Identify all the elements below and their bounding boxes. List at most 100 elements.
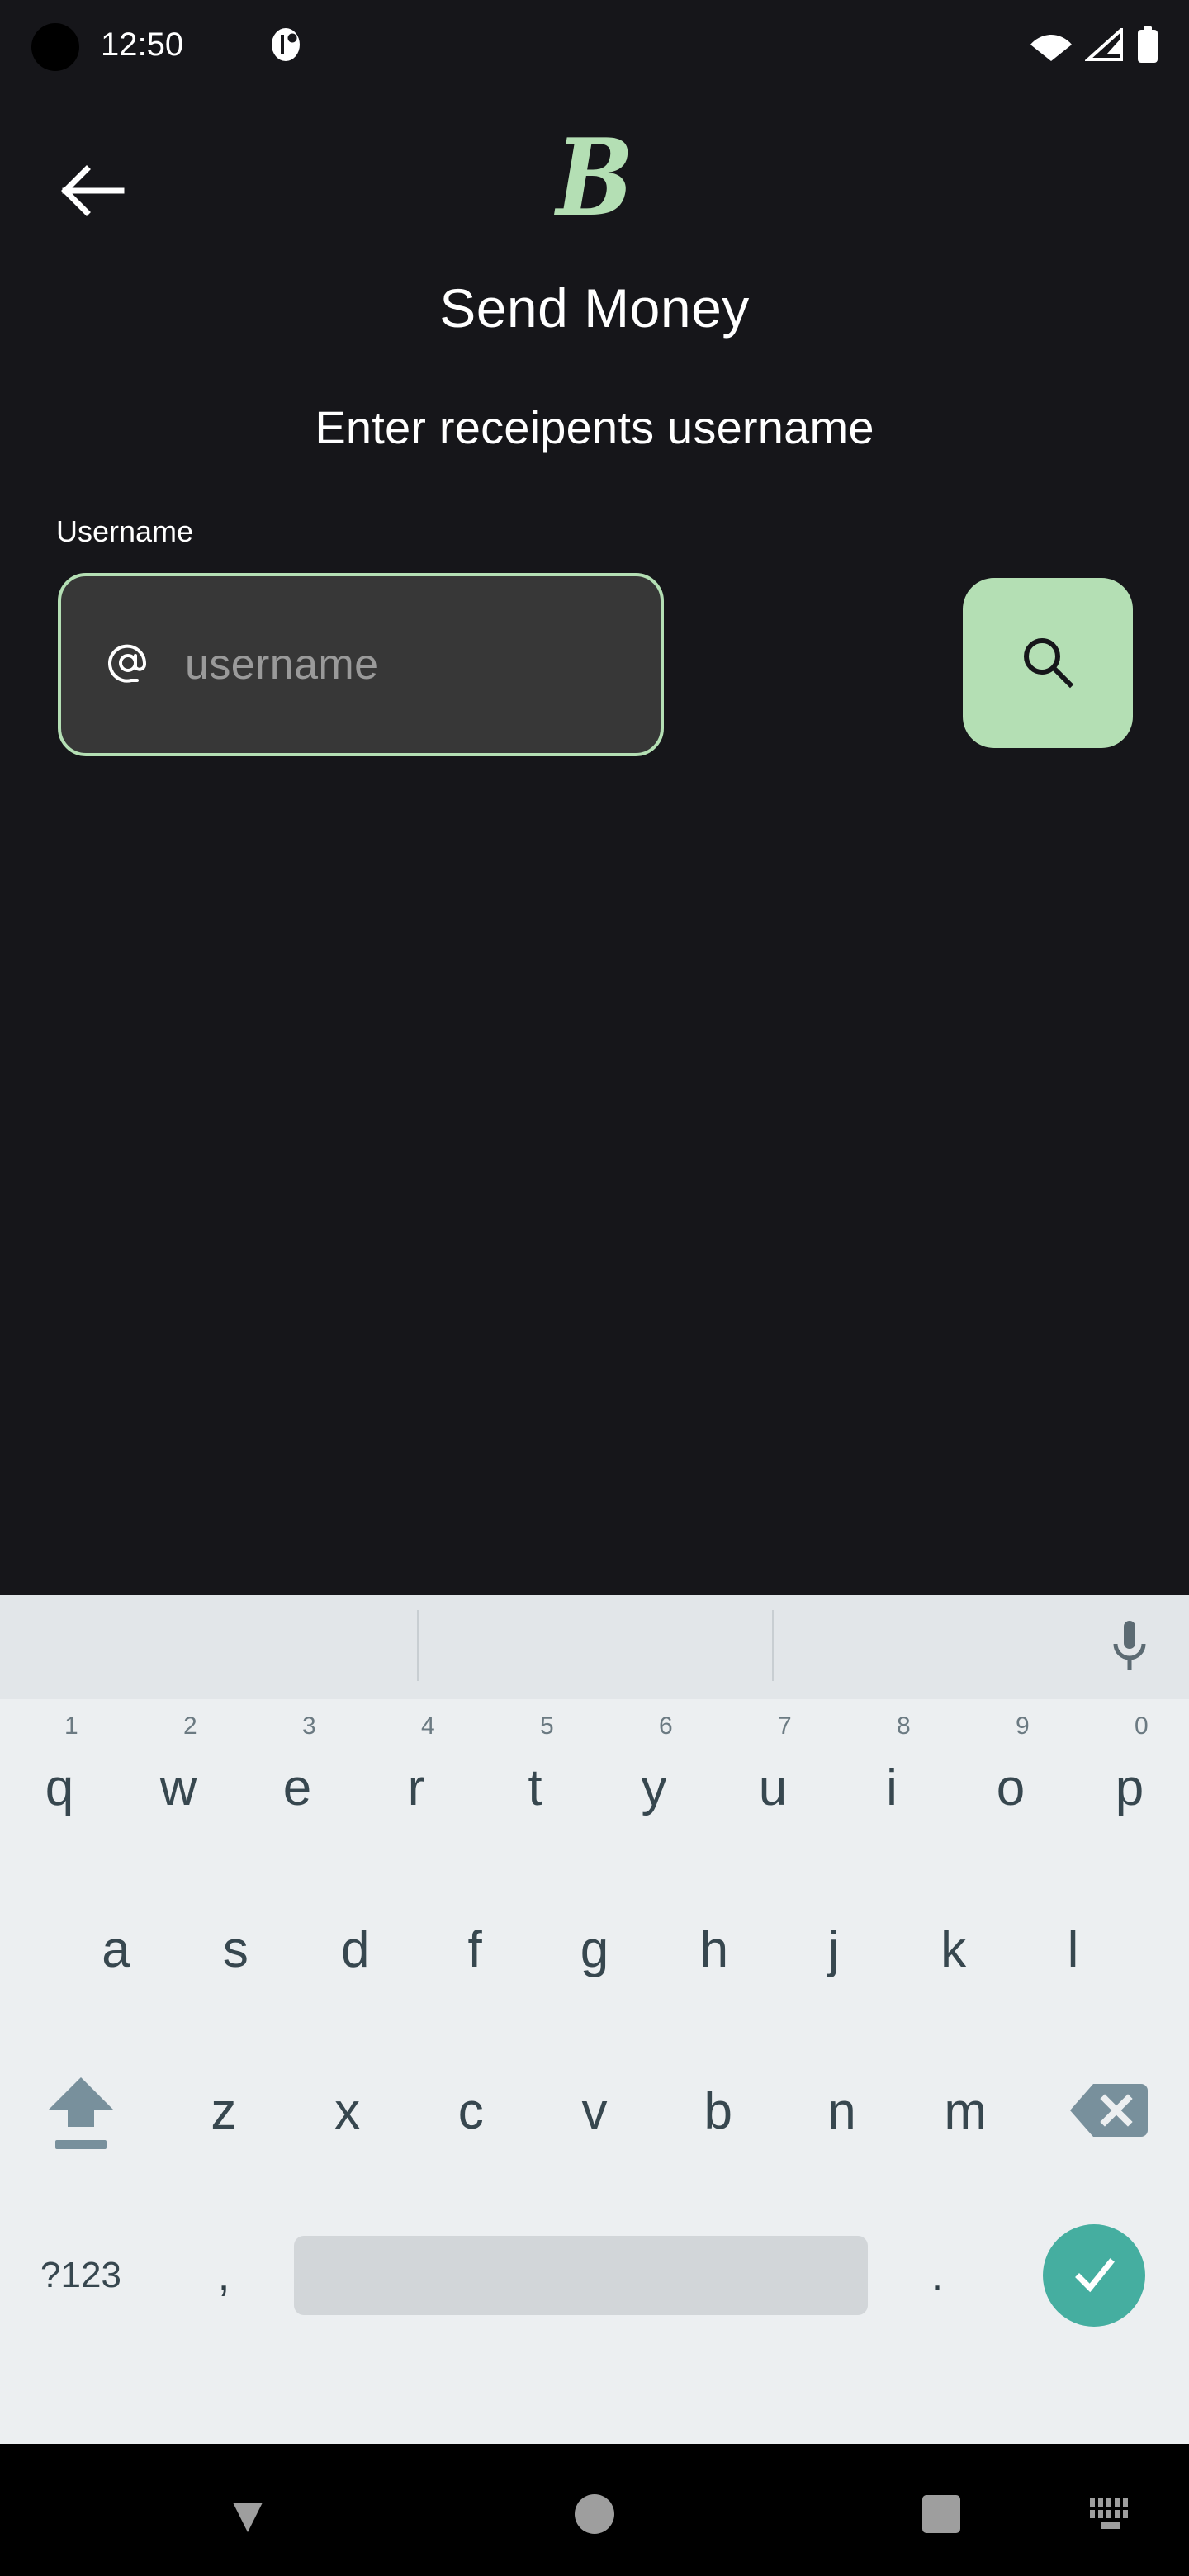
key-label: z [211,2083,237,2140]
at-sign-icon [104,641,152,689]
suggestion-divider [417,1610,419,1681]
key-m[interactable]: m [903,2031,1027,2193]
backspace-key[interactable] [1027,2031,1189,2193]
key-label: n [827,2083,856,2140]
keyboard-rows: 1 q 2 w 3 e 4 r 5 t 6 y 7 u 8 i 9 o 0 p … [0,1699,1189,2444]
key-r[interactable]: 4 r [357,1707,476,1869]
key-f[interactable]: f [415,1869,535,2031]
phone-screen: 12:50 B Send Money Enter receipents user… [0,0,1189,2576]
key-hint: 5 [540,1712,554,1740]
key-d[interactable]: d [296,1869,415,2031]
wifi-icon [1030,28,1072,61]
key-p[interactable]: 0 p [1070,1707,1189,1869]
key-hint: 1 [64,1712,78,1740]
key-label: a [102,1921,130,1978]
key-label: u [758,1759,788,1816]
key-y[interactable]: 6 y [594,1707,713,1869]
system-navigation-bar [0,2444,1189,2576]
app-logo: B [0,124,1189,239]
nav-hide-keyboard-button[interactable] [198,2479,297,2553]
nav-home-button[interactable] [545,2479,644,2553]
shift-key[interactable] [0,2031,162,2193]
search-icon [1017,632,1078,695]
key-label: o [996,1759,1026,1816]
key-label: b [703,2083,732,2140]
username-field-label: Username [56,514,194,548]
key-label: q [45,1759,74,1816]
key-hint: 8 [897,1712,911,1740]
key-hint: 3 [302,1712,316,1740]
hide-keyboard-down-arrow-icon [223,2489,272,2543]
key-k[interactable]: k [893,1869,1013,2031]
key-label: m [944,2083,987,2140]
keyboard-switcher-icon [1087,2495,1135,2537]
page-subtitle: Enter receipents username [315,401,874,453]
key-label: k [940,1921,967,1978]
key-label: d [340,1921,370,1978]
key-i[interactable]: 8 i [832,1707,951,1869]
suggestion-divider [772,1610,774,1681]
checkmark-icon [1043,2224,1145,2327]
key-hint: 7 [778,1712,792,1740]
nav-keyboard-switcher-button[interactable] [1065,2479,1156,2553]
brand-b-logo-glyph: B [556,116,633,240]
key-hint: 2 [183,1712,197,1740]
shift-icon [46,2076,116,2149]
key-n[interactable]: n [780,2031,904,2193]
username-input-container[interactable] [58,573,737,756]
key-t[interactable]: 5 t [476,1707,594,1869]
key-label: . [931,2251,944,2300]
key-z[interactable]: z [162,2031,286,2193]
key-label: w [159,1759,197,1816]
key-v[interactable]: v [533,2031,656,2193]
key-u[interactable]: 7 u [713,1707,832,1869]
keyboard-row-1: 1 q 2 w 3 e 4 r 5 t 6 y 7 u 8 i 9 o 0 p [0,1707,1189,1869]
comma-key[interactable]: , [162,2250,286,2301]
key-b[interactable]: b [656,2031,780,2193]
key-a[interactable]: a [56,1869,176,2031]
backspace-icon [1068,2081,1149,2144]
key-label: t [528,1759,542,1816]
key-c[interactable]: c [409,2031,533,2193]
key-e[interactable]: 3 e [238,1707,357,1869]
space-bar [293,2236,868,2315]
key-label: l [1067,1921,1079,1978]
symbols-key[interactable]: ?123 [0,2250,162,2301]
username-input[interactable] [152,576,737,753]
status-bar-icons [1030,25,1159,64]
keyboard-row-2: a s d f g h j k l [0,1869,1189,2031]
key-h[interactable]: h [654,1869,774,2031]
nav-recents-button[interactable] [892,2479,991,2553]
recents-square-icon [921,2493,962,2539]
key-label: s [222,1921,249,1978]
key-j[interactable]: j [774,1869,893,2031]
key-g[interactable]: g [535,1869,655,2031]
key-label: r [407,1759,425,1816]
key-l[interactable]: l [1013,1869,1133,2031]
key-label: g [580,1921,609,1978]
cellular-signal-icon [1085,28,1123,61]
search-button[interactable] [963,578,1133,748]
notification-icon [270,27,301,62]
key-hint: 9 [1016,1712,1030,1740]
key-label: e [282,1759,312,1816]
key-label: ?123 [40,2255,121,2295]
keyboard-row-4: ?123 , . [0,2193,1189,2358]
key-w[interactable]: 2 w [119,1707,238,1869]
suggestion-strip[interactable] [0,1595,1189,1699]
key-label: c [457,2083,484,2140]
period-key[interactable]: . [875,2250,999,2301]
space-key[interactable] [286,2236,875,2315]
enter-key[interactable] [999,2224,1189,2327]
status-bar: 12:50 [0,0,1189,91]
key-label: j [827,1921,840,1978]
key-q[interactable]: 1 q [0,1707,119,1869]
microphone-icon[interactable] [1100,1617,1159,1676]
shift-underline [55,2139,107,2149]
battery-icon [1136,26,1159,63]
key-label: p [1115,1759,1144,1816]
key-o[interactable]: 9 o [951,1707,1070,1869]
key-x[interactable]: x [286,2031,410,2193]
key-s[interactable]: s [176,1869,296,2031]
key-label: v [581,2083,608,2140]
